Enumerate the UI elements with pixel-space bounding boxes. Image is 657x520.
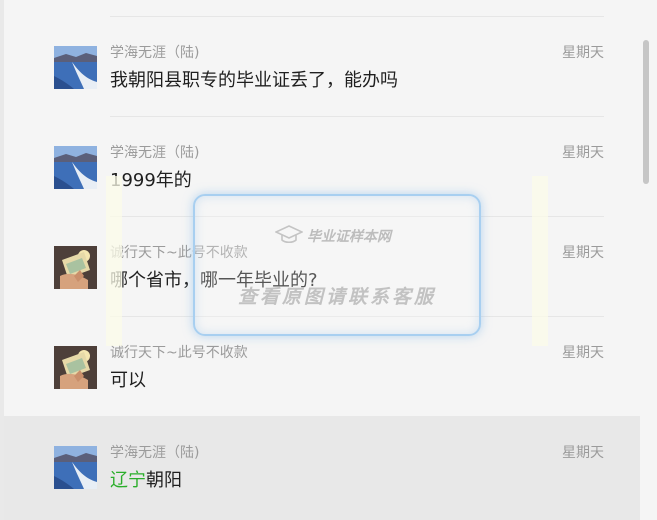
message-time: 星期天 xyxy=(562,345,604,361)
message-text-rest: 朝阳 xyxy=(146,470,182,491)
sender-name: 诚行天下~此号不收款 xyxy=(110,345,248,361)
lake-avatar[interactable] xyxy=(54,446,97,489)
vertical-scrollbar[interactable] xyxy=(643,40,649,184)
sender-name: 学海无涯（陆) xyxy=(110,145,200,161)
message-text: 我朝阳县职专的毕业证丢了，能办吗 xyxy=(110,70,398,91)
sender-name: 学海无涯（陆) xyxy=(110,45,200,61)
money-hand-avatar[interactable] xyxy=(54,246,97,289)
graduation-cap-icon xyxy=(274,224,304,248)
message-text: 可以 xyxy=(110,370,146,391)
chat-list-item[interactable]: 学海无涯（陆) 星期天 我朝阳县职专的毕业证丢了，能办吗 xyxy=(4,16,640,116)
watermark-strip xyxy=(106,176,122,346)
divider xyxy=(110,16,604,17)
divider xyxy=(110,116,604,117)
highlighted-keyword: 辽宁 xyxy=(110,470,146,491)
watermark-logo-text: 毕业证样本网 xyxy=(307,229,391,245)
chat-list-item-selected[interactable]: 学海无涯（陆) 星期天 辽宁朝阳 xyxy=(4,416,640,520)
watermark-text: 查看原图请联系客服 xyxy=(237,286,436,308)
message-text: 辽宁朝阳 xyxy=(110,466,182,492)
lake-avatar[interactable] xyxy=(54,46,97,89)
sender-name: 学海无涯（陆) xyxy=(110,445,200,461)
message-time: 星期天 xyxy=(562,145,604,161)
money-hand-avatar[interactable] xyxy=(54,346,97,389)
lake-avatar[interactable] xyxy=(54,146,97,189)
message-time: 星期天 xyxy=(562,445,604,461)
watermark-strip xyxy=(532,176,548,346)
message-time: 星期天 xyxy=(562,45,604,61)
watermark-overlay: 毕业证样本网 查看原图请联系客服 xyxy=(193,194,481,336)
watermark-logo: 毕业证样本网 xyxy=(274,224,391,248)
message-text: 1999年的 xyxy=(110,170,192,191)
message-time: 星期天 xyxy=(562,245,604,261)
